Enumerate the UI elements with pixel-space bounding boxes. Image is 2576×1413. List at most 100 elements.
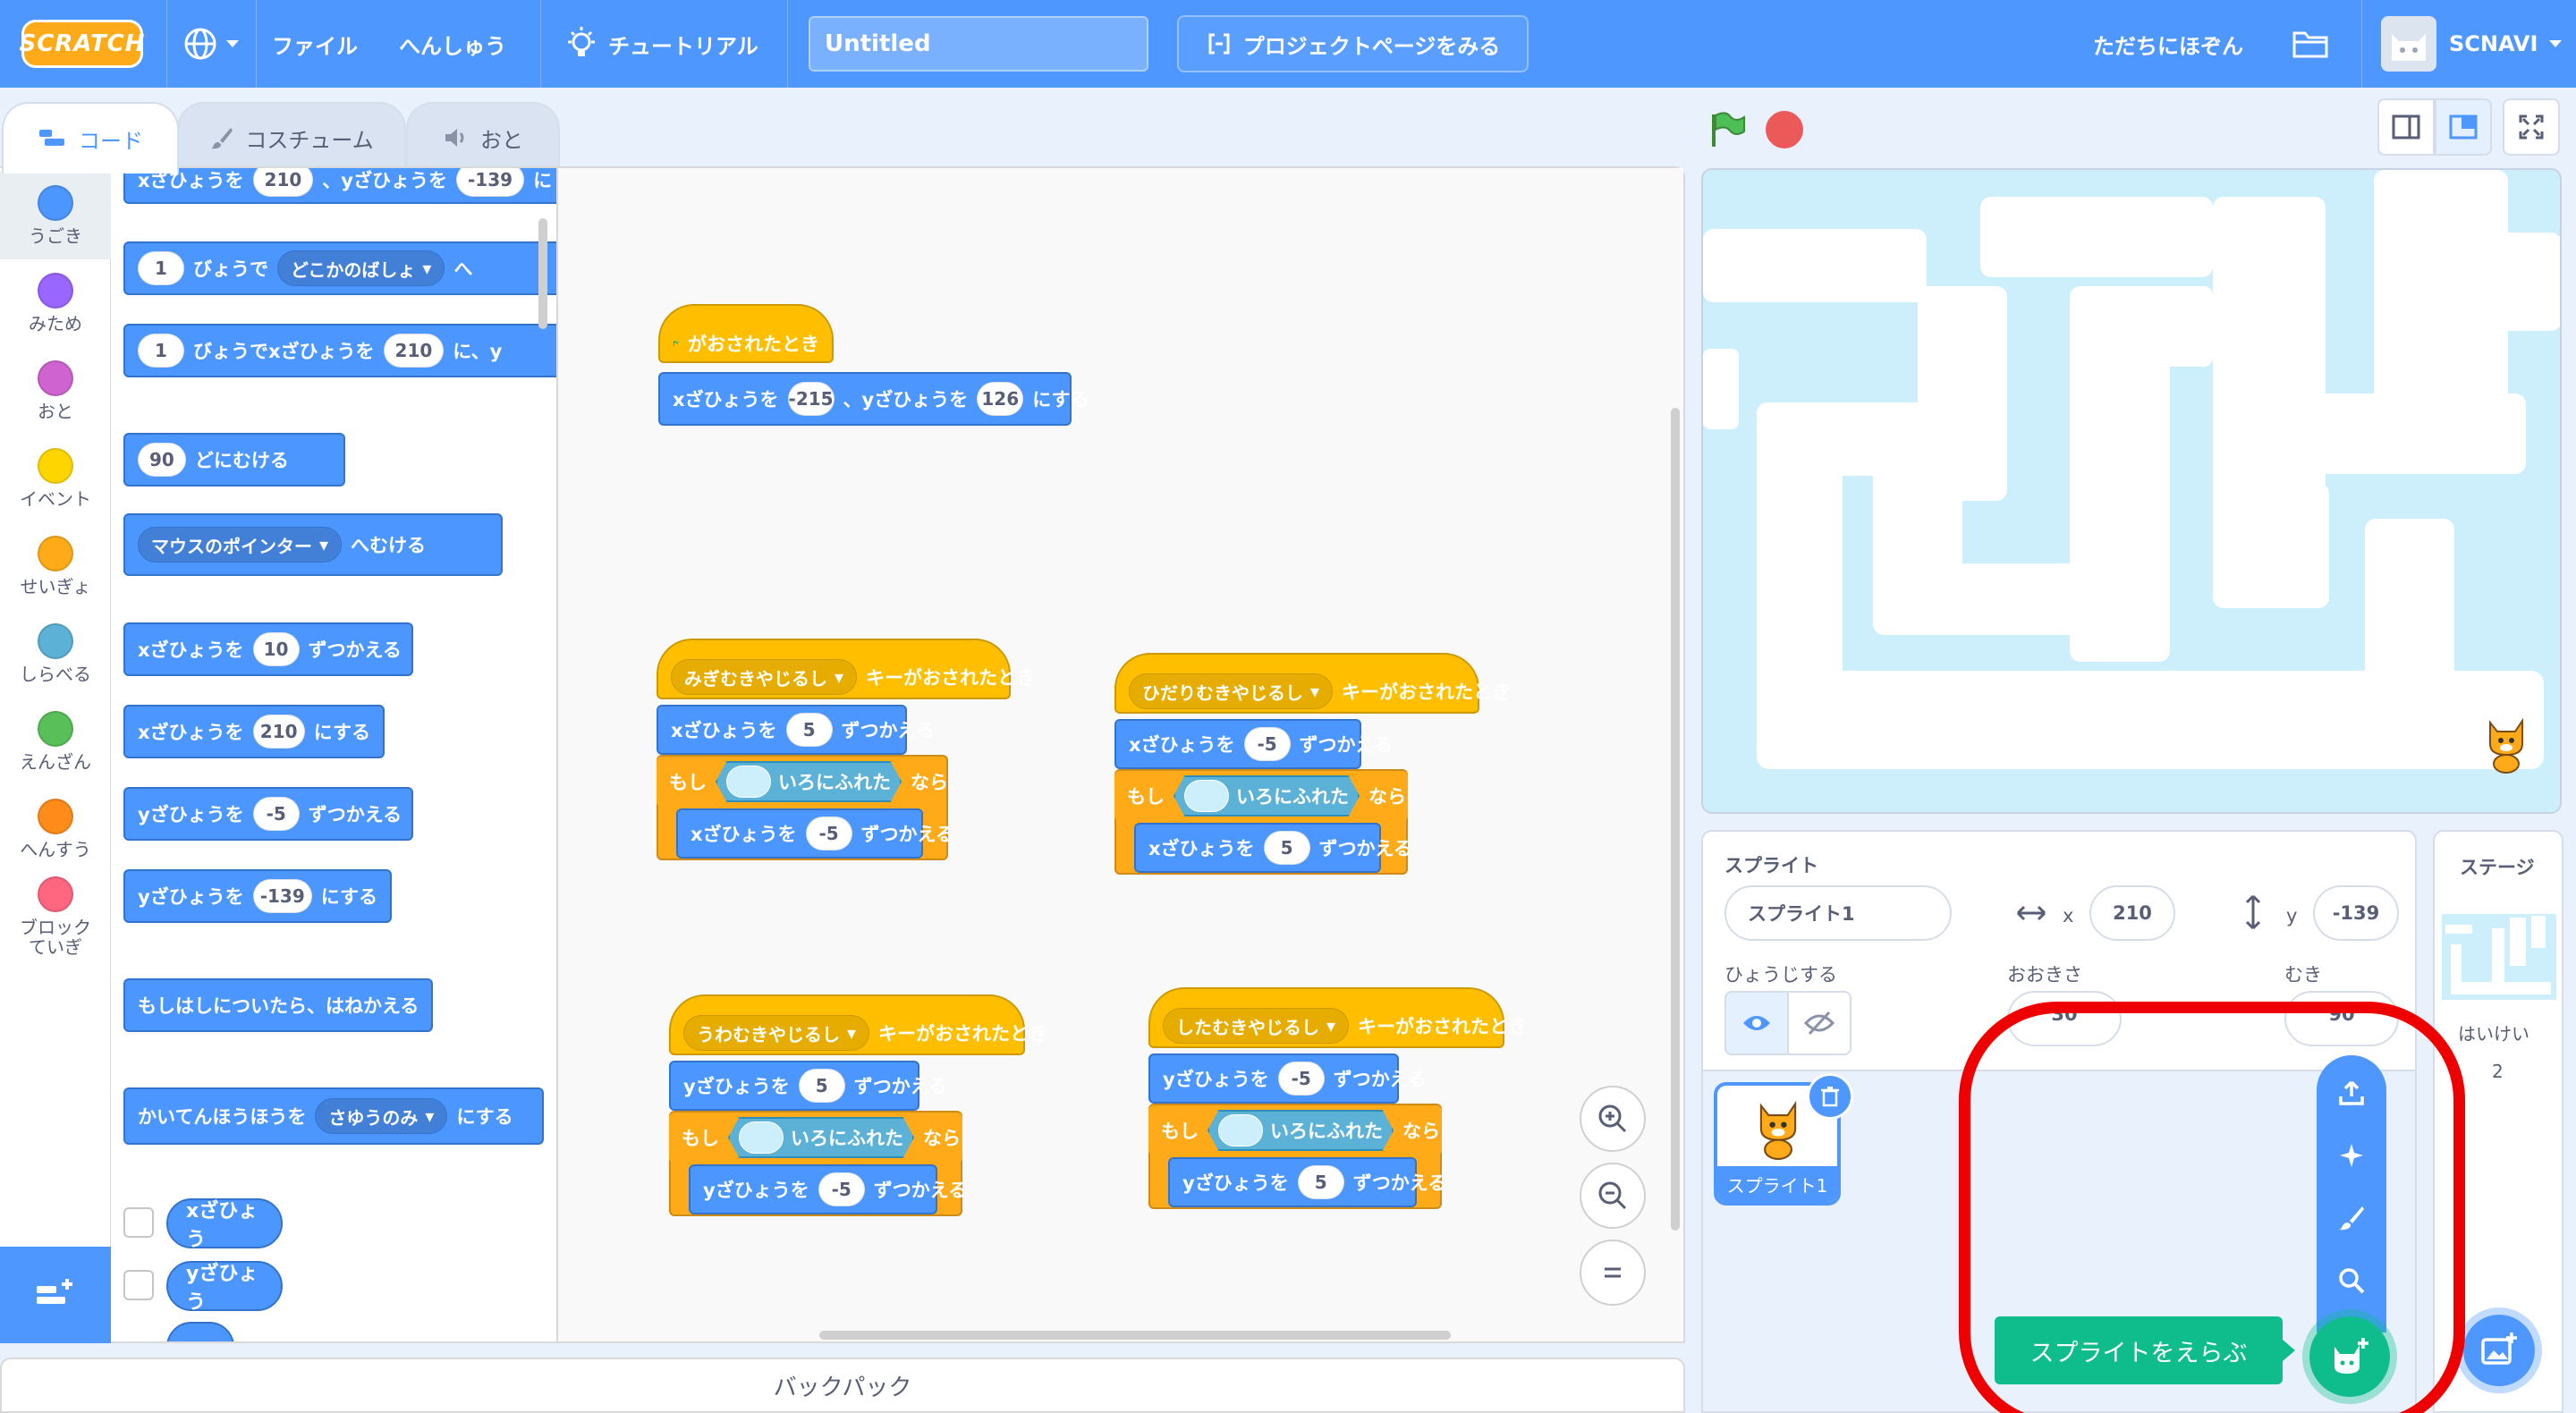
block-change-position[interactable]: yざひょうを -5 ずつかえる: [1148, 1053, 1427, 1104]
block-change-position[interactable]: yざひょうを 5 ずつかえる: [669, 1061, 947, 1111]
tab-costumes[interactable]: コスチューム: [177, 102, 406, 173]
category-2[interactable]: みため: [0, 259, 111, 347]
tutorials-button[interactable]: チュートリアル: [565, 0, 758, 88]
category-7[interactable]: えんざん: [0, 698, 111, 785]
block-change-position[interactable]: xざひょうを -5 ずつかえる: [676, 808, 954, 859]
stage-thumbnail[interactable]: [2442, 914, 2556, 1000]
zoom-in-button[interactable]: [1580, 1086, 1646, 1152]
color-swatch[interactable]: [1218, 1114, 1263, 1146]
category-4[interactable]: イベント: [0, 435, 111, 522]
block-input[interactable]: 5: [1297, 1165, 1344, 1199]
block-change-position[interactable]: xざひょうを -5 ずつかえる: [1114, 719, 1393, 769]
block-input[interactable]: 210: [252, 715, 305, 749]
block-touching-color[interactable]: いろにふれた: [716, 761, 902, 802]
category-9[interactable]: ブロックていぎ: [0, 873, 111, 960]
block-input[interactable]: 1: [138, 251, 184, 285]
block-input[interactable]: 5: [785, 713, 833, 747]
key-dropdown[interactable]: したむきやじるし ▾: [1163, 1008, 1350, 1044]
block-dropdown[interactable]: マウスのポインター ▾: [138, 527, 343, 563]
block-when-key-pressed[interactable]: ひだりむきやじるし ▾ キーがおされたとき: [1114, 653, 1511, 714]
block-dropdown[interactable]: どこかのばしょ ▾: [277, 250, 445, 286]
block-change-position[interactable]: yざひょうを -5 ずつかえる: [689, 1164, 967, 1214]
checkbox-x-position[interactable]: [123, 1207, 154, 1238]
category-1[interactable]: うごき: [0, 172, 111, 259]
choose-backdrop-button[interactable]: [2456, 1307, 2542, 1393]
block-input[interactable]: 210: [383, 334, 445, 368]
block-set-y[interactable]: yざひょうを -139 にする: [123, 869, 392, 923]
block-change-y[interactable]: yざひょうを -5 ずつかえる: [123, 787, 413, 841]
block-when-flag-clicked[interactable]: がおされたとき: [658, 304, 834, 363]
scratch-logo[interactable]: SCRATCH: [19, 20, 145, 68]
checkbox-y-position[interactable]: [123, 1270, 154, 1300]
color-swatch[interactable]: [739, 1121, 784, 1154]
file-menu[interactable]: ファイル: [272, 0, 358, 88]
canvas-vertical-scrollbar[interactable]: [1671, 408, 1680, 1231]
key-dropdown[interactable]: うわむきやじるし ▾: [683, 1015, 870, 1051]
y-position-field[interactable]: -139: [2313, 885, 2399, 941]
block-input[interactable]: -215: [787, 382, 835, 416]
save-now-button[interactable]: ただちにほぞん: [2093, 0, 2243, 88]
color-swatch[interactable]: [726, 766, 771, 798]
block-input[interactable]: -5: [805, 816, 852, 850]
block-if-touching-color[interactable]: もし いろにふれた なら: [1148, 1105, 1442, 1155]
key-dropdown[interactable]: ひだりむきやじるし ▾: [1129, 673, 1334, 709]
block-input[interactable]: -5: [818, 1172, 865, 1206]
zoom-reset-button[interactable]: [1580, 1240, 1646, 1306]
block-change-x[interactable]: xざひょうを 10 ずつかえる: [123, 622, 413, 676]
block-when-key-pressed[interactable]: みぎむきやじるし ▾ キーがおされたとき: [657, 639, 1035, 699]
block-bounce[interactable]: もしはしについたら、はねかえる: [123, 978, 433, 1032]
block-rotation-style[interactable]: かいてんほうほうを さゆうのみ ▾ にする: [123, 1087, 544, 1145]
hide-sprite-button[interactable]: [1787, 991, 1852, 1055]
block-input[interactable]: -139: [252, 879, 312, 913]
block-set-x[interactable]: xざひょうを 210 にする: [123, 705, 385, 758]
category-8[interactable]: へんすう: [0, 785, 111, 873]
block-glide-to[interactable]: 1 びょうで どこかのばしょ ▾ へ: [123, 241, 556, 295]
backpack-header[interactable]: バックパック: [0, 1358, 1685, 1413]
block-change-position[interactable]: yざひょうを 5 ずつかえる: [1168, 1157, 1446, 1207]
x-position-field[interactable]: 210: [2089, 885, 2175, 941]
delete-sprite-button[interactable]: [1807, 1073, 1853, 1120]
block-input[interactable]: 5: [1263, 831, 1310, 865]
edit-menu[interactable]: へんしゅう: [399, 0, 506, 88]
my-stuff-button[interactable]: [2292, 0, 2329, 88]
large-stage-button[interactable]: [2435, 98, 2492, 156]
block-input[interactable]: 210: [252, 168, 314, 197]
language-menu[interactable]: [182, 0, 240, 88]
avatar[interactable]: [2381, 16, 2436, 72]
project-title-input[interactable]: [809, 16, 1148, 72]
key-dropdown[interactable]: みぎむきやじるし ▾: [671, 659, 858, 695]
block-input[interactable]: -5: [1277, 1062, 1325, 1096]
category-3[interactable]: おと: [0, 347, 111, 435]
stage-canvas[interactable]: [1701, 168, 2562, 814]
block-dropdown[interactable]: さゆうのみ ▾: [315, 1098, 448, 1134]
category-6[interactable]: しらべる: [0, 610, 111, 698]
block-change-position[interactable]: xざひょうを 5 ずつかえる: [657, 705, 935, 755]
block-input[interactable]: -5: [1243, 727, 1291, 761]
block-if-touching-color[interactable]: もし いろにふれた なら: [1114, 771, 1408, 821]
block-point-direction[interactable]: 90 どにむける: [123, 433, 345, 487]
show-sprite-button[interactable]: [1724, 991, 1789, 1055]
block-input[interactable]: 1: [138, 334, 184, 368]
see-project-page-button[interactable]: プロジェクトページをみる: [1177, 15, 1529, 72]
sprite-name-input[interactable]: [1724, 885, 1952, 941]
palette-scrollbar[interactable]: [538, 218, 547, 329]
reporter-x-position[interactable]: xざひょう: [166, 1198, 283, 1251]
add-extension-button[interactable]: [0, 1247, 111, 1343]
block-input[interactable]: -5: [252, 797, 300, 831]
block-if-touching-color[interactable]: もし いろにふれた なら: [669, 1113, 962, 1163]
block-point-towards[interactable]: マウスのポインター ▾ へむける: [123, 513, 503, 576]
zoom-out-button[interactable]: [1580, 1163, 1646, 1229]
block-touching-color[interactable]: いろにふれた: [1174, 775, 1360, 816]
color-swatch[interactable]: [1184, 780, 1229, 812]
block-input[interactable]: 126: [977, 382, 1024, 416]
block-when-key-pressed[interactable]: したむきやじるし ▾ キーがおされたとき: [1148, 987, 1527, 1048]
block-goto-xy[interactable]: xざひょうを -215 、yざひょうを 126 にする: [658, 372, 1089, 426]
block-if-touching-color[interactable]: もし いろにふれた なら: [657, 757, 948, 807]
block-change-position[interactable]: xざひょうを 5 ずつかえる: [1134, 823, 1412, 873]
reporter-direction[interactable]: [166, 1322, 234, 1341]
account-menu[interactable]: SCNAVI: [2449, 0, 2563, 88]
block-touching-color[interactable]: いろにふれた: [1208, 1110, 1394, 1151]
canvas-horizontal-scrollbar[interactable]: [819, 1331, 1451, 1340]
block-input[interactable]: 90: [138, 443, 186, 477]
green-flag-button[interactable]: [1708, 111, 1748, 154]
